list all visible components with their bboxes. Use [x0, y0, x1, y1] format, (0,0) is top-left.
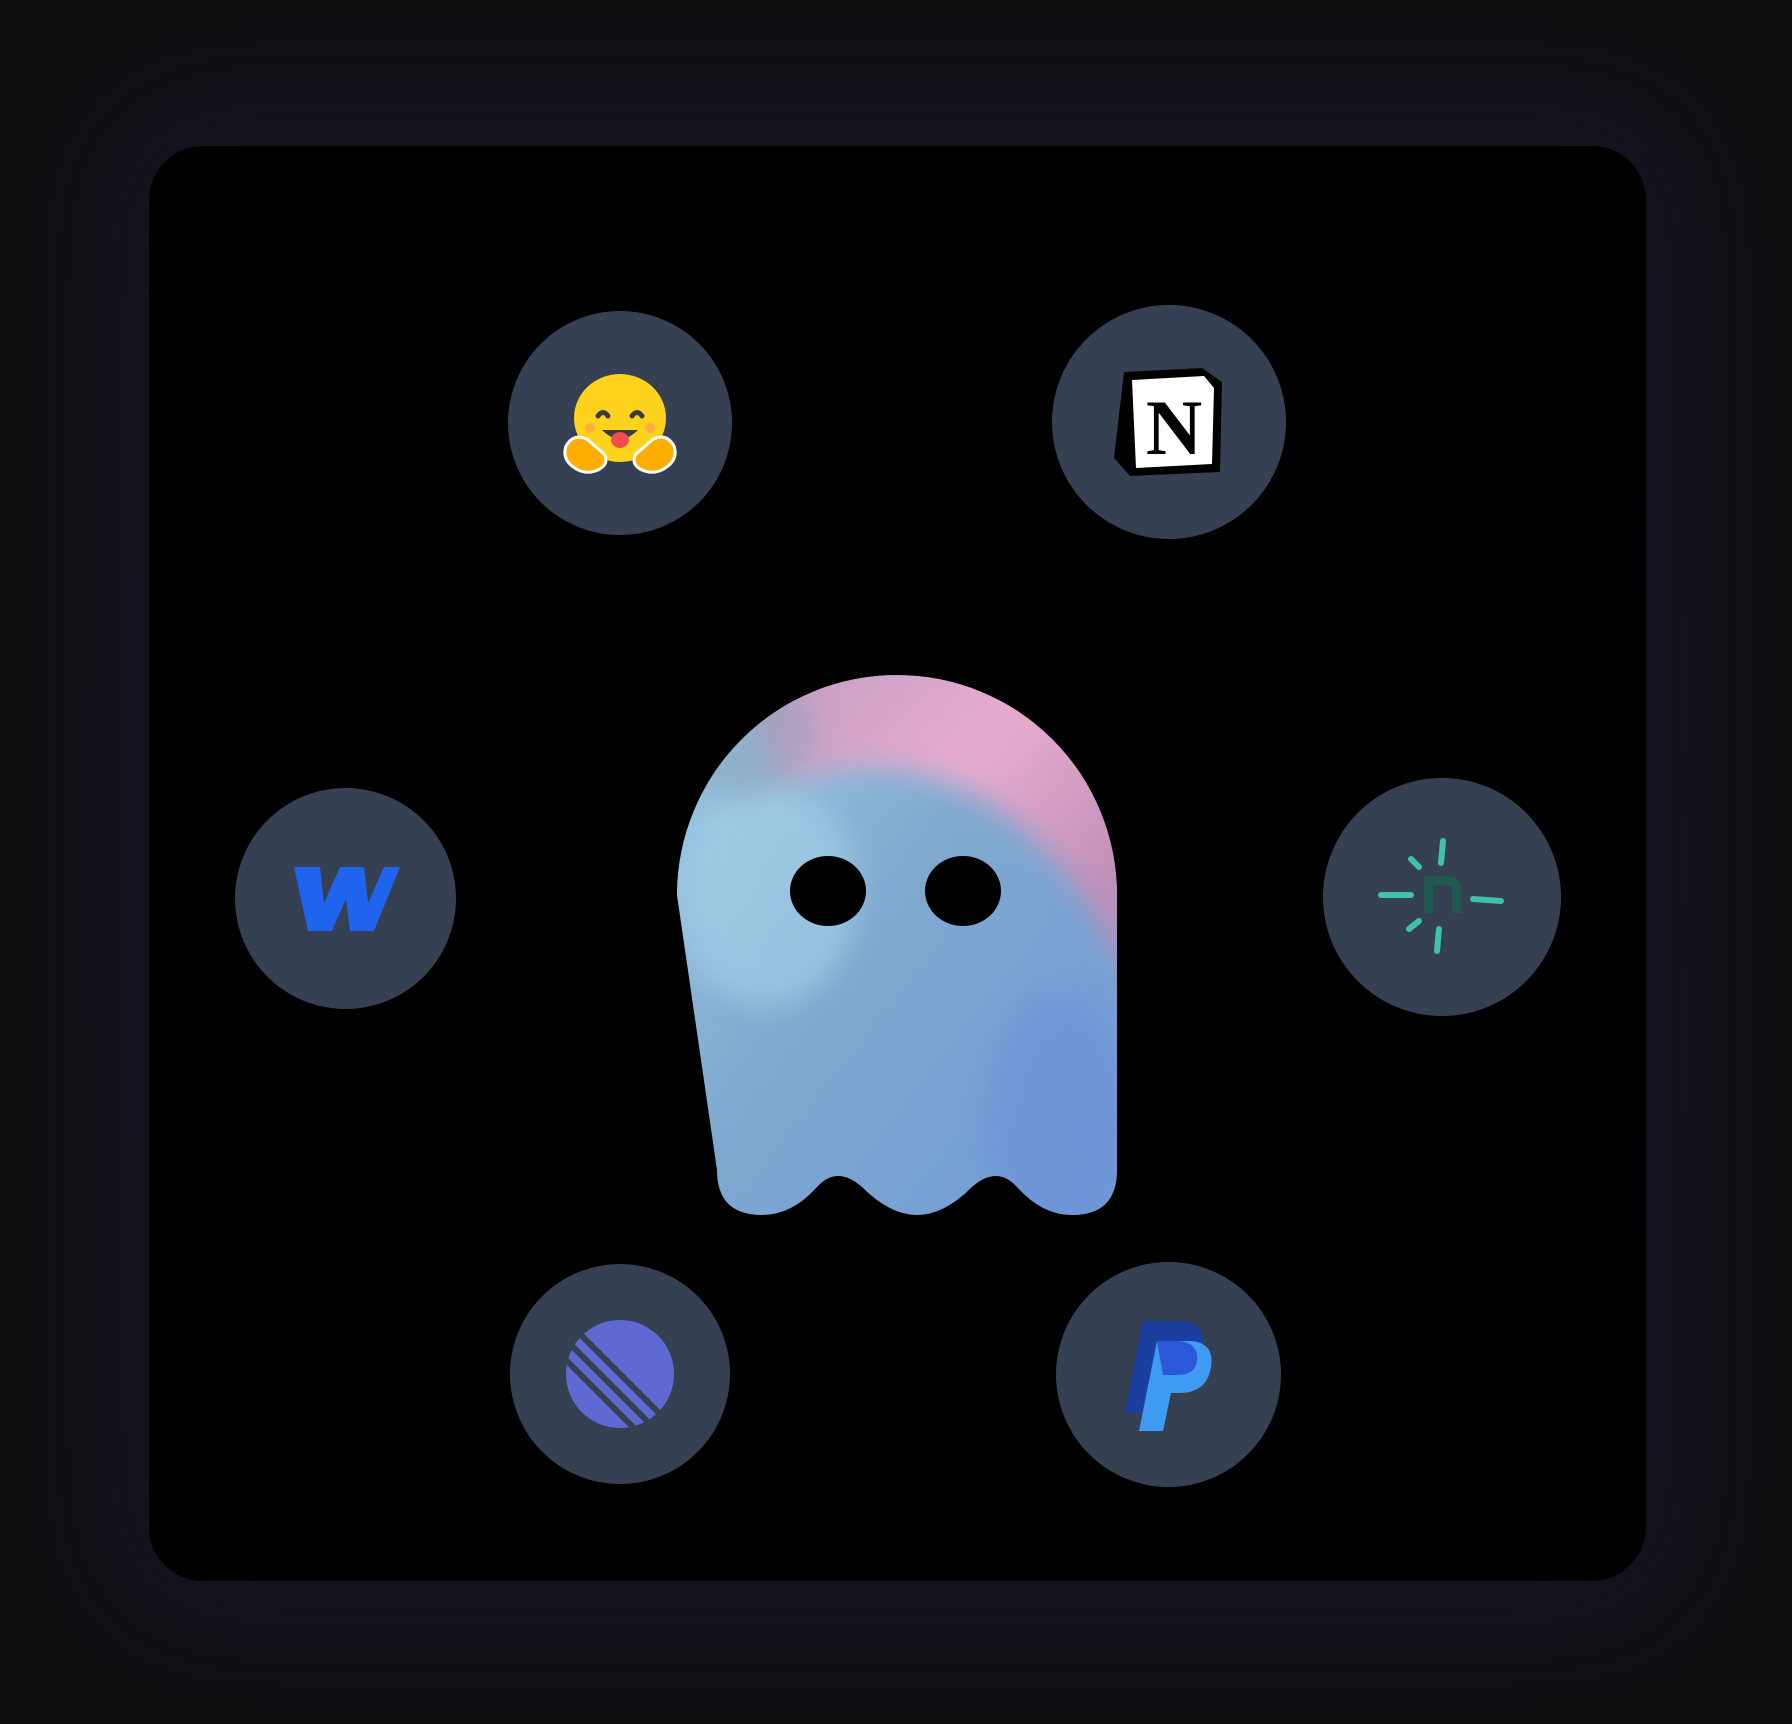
notion-icon: N [1114, 368, 1222, 476]
paypal-integration[interactable] [1056, 1262, 1281, 1487]
linear-icon [566, 1320, 674, 1428]
notion-letter: N [1146, 384, 1202, 471]
webflow-icon [293, 866, 400, 931]
ghost-right-eye [925, 856, 1001, 926]
webflow-integration[interactable] [235, 788, 456, 1009]
ghost-left-eye [790, 856, 866, 926]
linear-integration[interactable] [510, 1264, 730, 1484]
ghost-icon [677, 675, 1117, 1216]
hugging-face-integration[interactable] [508, 311, 732, 535]
nexus-icon [1378, 838, 1504, 954]
nexus-integration[interactable] [1323, 778, 1561, 1016]
paypal-icon [1124, 1320, 1212, 1431]
notion-integration[interactable]: N [1052, 305, 1286, 539]
hugging-face-icon [563, 374, 677, 474]
